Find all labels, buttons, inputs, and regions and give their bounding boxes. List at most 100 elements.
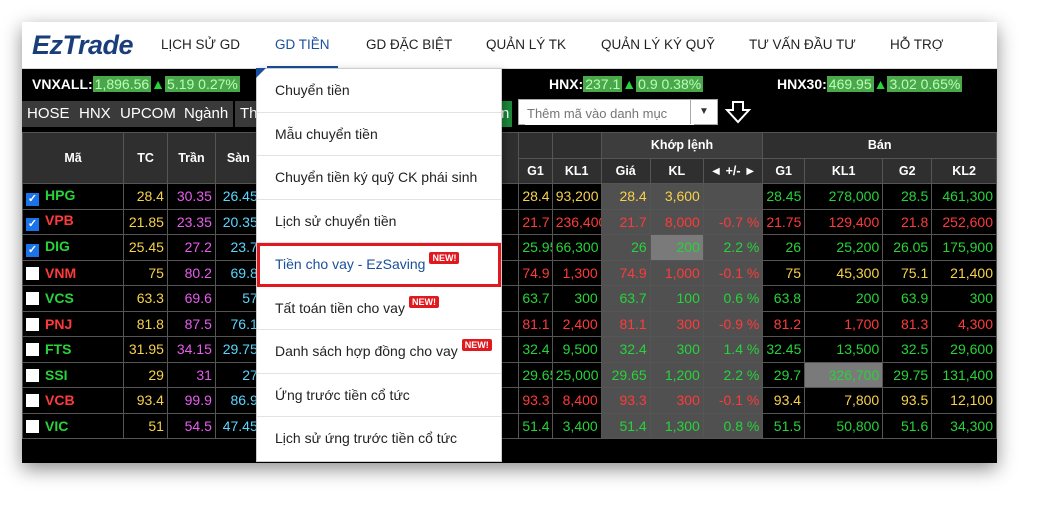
bid-g1: 29.65 — [518, 361, 553, 388]
symbol-cell[interactable]: VIC — [22, 412, 125, 439]
table-row[interactable]: VCB 93.4 99.9 86.9 93.3 8,400 93.3 300 -0.1 % 93.… — [22, 387, 997, 414]
nav-tu-van-dau-tu[interactable]: TƯ VẤN ĐẦU TƯ — [749, 37, 856, 52]
match-price: 29.65 — [600, 361, 651, 388]
new-badge: NEW! — [461, 339, 492, 351]
ask-g1: 28.45 — [762, 183, 806, 210]
watch-checkbox[interactable] — [26, 368, 39, 382]
bid-kl1: 25,000 — [551, 361, 602, 388]
group-match: Khớp lệnh — [600, 132, 764, 159]
ask-g2: 93.5 — [882, 387, 933, 414]
symbol-cell[interactable]: ✓ DIG — [22, 234, 125, 261]
symbol-cell[interactable]: SSI — [22, 361, 125, 388]
match-price: 81.1 — [600, 310, 651, 337]
match-change: 2.2 % — [702, 234, 764, 261]
menu-item[interactable]: Tất toán tiền cho vay NEW! — [257, 287, 501, 330]
nav-lich-su-gd[interactable]: LỊCH SỬ GD — [161, 37, 240, 52]
watch-checkbox[interactable] — [26, 292, 39, 306]
ref-price: 31.95 — [123, 336, 168, 363]
table-row[interactable]: VIC 51 54.5 47.45 51.4 3,400 51.4 1,300 0.8 % 51.… — [22, 412, 997, 439]
menu-item[interactable]: Lịch sử ứng trước tiền cổ tức — [257, 417, 501, 461]
watch-checkbox[interactable]: ✓ — [26, 218, 39, 232]
ask-kl2: 300 — [931, 285, 997, 312]
menu-item[interactable]: Ứng trước tiền cổ tức — [257, 374, 501, 417]
ref-price: 93.4 — [123, 387, 168, 414]
download-icon[interactable] — [724, 100, 752, 129]
symbol-cell[interactable]: VNM — [22, 259, 125, 286]
table-row[interactable]: VCS 63.3 69.6 57 63.7 300 63.7 100 0.6 % 63.8 200 6… — [22, 285, 997, 312]
watchlist-search[interactable]: ▼ — [518, 99, 718, 125]
menu-item[interactable]: Mẫu chuyển tiền — [257, 113, 501, 156]
ask-kl1: 45,300 — [804, 259, 884, 286]
match-change: -0.1 % — [702, 387, 764, 414]
watch-checkbox[interactable]: ✓ — [26, 243, 39, 257]
menu-item[interactable]: Tiền cho vay - EzSaving NEW! — [257, 243, 501, 287]
tab-hnx[interactable]: HNX — [74, 101, 117, 127]
ask-g1: 93.4 — [762, 387, 806, 414]
table-row[interactable]: PNJ 81.8 87.5 76.1 81.1 2,400 81.1 300 -0.9 % 81.… — [22, 310, 997, 337]
ask-g2: 26.05 — [882, 234, 933, 261]
ask-kl2: 29,600 — [931, 336, 997, 363]
table-row[interactable]: VNM 75 80.2 69.8 74.9 1,300 74.9 1,000 -0.1 % 75 4… — [22, 259, 997, 286]
ask-kl2: 461,300 — [931, 183, 997, 210]
ceil-price: 31 — [166, 361, 216, 388]
symbol-cell[interactable]: FTS — [22, 336, 125, 363]
watch-checkbox[interactable] — [26, 343, 39, 357]
match-vol: 1,300 — [649, 412, 704, 439]
table-row[interactable]: ✓VPB21.8523.3520.3521.7236,40021.78,000-… — [22, 208, 997, 235]
eztrade-logo[interactable]: EzTrade — [32, 30, 134, 61]
nav-quan-ly-ky-quy[interactable]: QUẢN LÝ KÝ QUỸ — [601, 37, 715, 52]
tab-hose[interactable]: HOSE — [22, 101, 76, 127]
col-ref: TC — [123, 132, 168, 184]
menu-item[interactable]: Chuyển tiền — [257, 69, 501, 113]
table-row[interactable]: SSI29312729.6525,00029.651,2002.2 %29.73… — [22, 361, 997, 388]
menu-item[interactable]: Chuyển tiền ký quỹ CK phái sinh — [257, 156, 501, 200]
watch-checkbox[interactable] — [26, 317, 39, 331]
col-floor: Sàn — [214, 132, 262, 184]
symbol-cell[interactable]: ✓ VPB — [22, 208, 125, 235]
symbol-cell[interactable]: VCS — [22, 285, 125, 312]
col-ask-g1: G1 — [762, 157, 806, 184]
watch-checkbox[interactable] — [26, 266, 39, 280]
floor-price: 29.75 — [214, 336, 262, 363]
tab-nganh[interactable]: Ngành — [179, 101, 235, 127]
match-price: 63.7 — [600, 285, 651, 312]
nav-gd-tien[interactable]: GD TIỀN — [267, 37, 337, 68]
app-window: EzTrade LỊCH SỬ GD GD TIỀN GD ĐẶC BIỆT Q… — [22, 22, 997, 463]
bid-kl1: 2,400 — [551, 310, 602, 337]
ref-price: 25.45 — [123, 234, 168, 261]
floor-price: 76.1 — [214, 310, 262, 337]
watch-checkbox[interactable] — [26, 394, 39, 408]
menu-item[interactable]: Danh sách hợp đồng cho vay NEW! — [257, 330, 501, 374]
symbol-cell[interactable]: PNJ — [22, 310, 125, 337]
nav-quan-ly-tk[interactable]: QUẢN LÝ TK — [486, 37, 566, 52]
symbol-cell[interactable]: ✓ HPG — [22, 183, 125, 210]
match-change: 2.2 % — [702, 361, 764, 388]
table-row[interactable]: ✓DIG25.4527.223.725.9566,300262002.2 %26… — [22, 234, 997, 261]
table-row[interactable]: FTS 31.95 34.15 29.75 32.4 9,500 32.4 300 1.4 % 3… — [22, 336, 997, 363]
floor-price: 27 — [214, 361, 262, 388]
ask-g1: 75 — [762, 259, 806, 286]
ask-kl1: 1,700 — [804, 310, 884, 337]
nav-gd-dac-biet[interactable]: GD ĐẶC BIỆT — [366, 37, 452, 52]
ceil-price: 69.6 — [166, 285, 216, 312]
col-symbol: Mã — [22, 132, 125, 184]
watch-checkbox[interactable]: ✓ — [26, 192, 39, 206]
col-ask-kl1: KL1 — [804, 157, 884, 184]
menu-item[interactable]: Lịch sử chuyển tiền — [257, 200, 501, 243]
nav-ho-tro[interactable]: HỖ TRỢ — [890, 37, 943, 52]
ref-price: 21.85 — [123, 208, 168, 235]
price-board: Mã TC Trần Sàn Khớp lệnh Bán G1 KL1 Giá … — [22, 132, 997, 439]
caret-down-icon[interactable]: ▼ — [690, 100, 717, 124]
watchlist-search-input[interactable] — [525, 101, 694, 125]
col-change-toggle[interactable]: ◄ +/- ► — [702, 157, 764, 184]
col-ceil: Trần — [166, 132, 216, 184]
ask-g2: 75.1 — [882, 259, 933, 286]
floor-price: 20.35 — [214, 208, 262, 235]
table-row[interactable]: ✓ HPG 28.4 30.35 26.45 28.4 93,200 28.4 3,600 28.… — [22, 183, 997, 210]
bid-kl1: 93,200 — [551, 183, 602, 210]
tab-upcom[interactable]: UPCOM — [115, 101, 182, 127]
symbol-cell[interactable]: VCB — [22, 387, 125, 414]
watch-checkbox[interactable] — [26, 419, 39, 433]
match-change: 1.4 % — [702, 336, 764, 363]
ref-price: 29 — [123, 361, 168, 388]
